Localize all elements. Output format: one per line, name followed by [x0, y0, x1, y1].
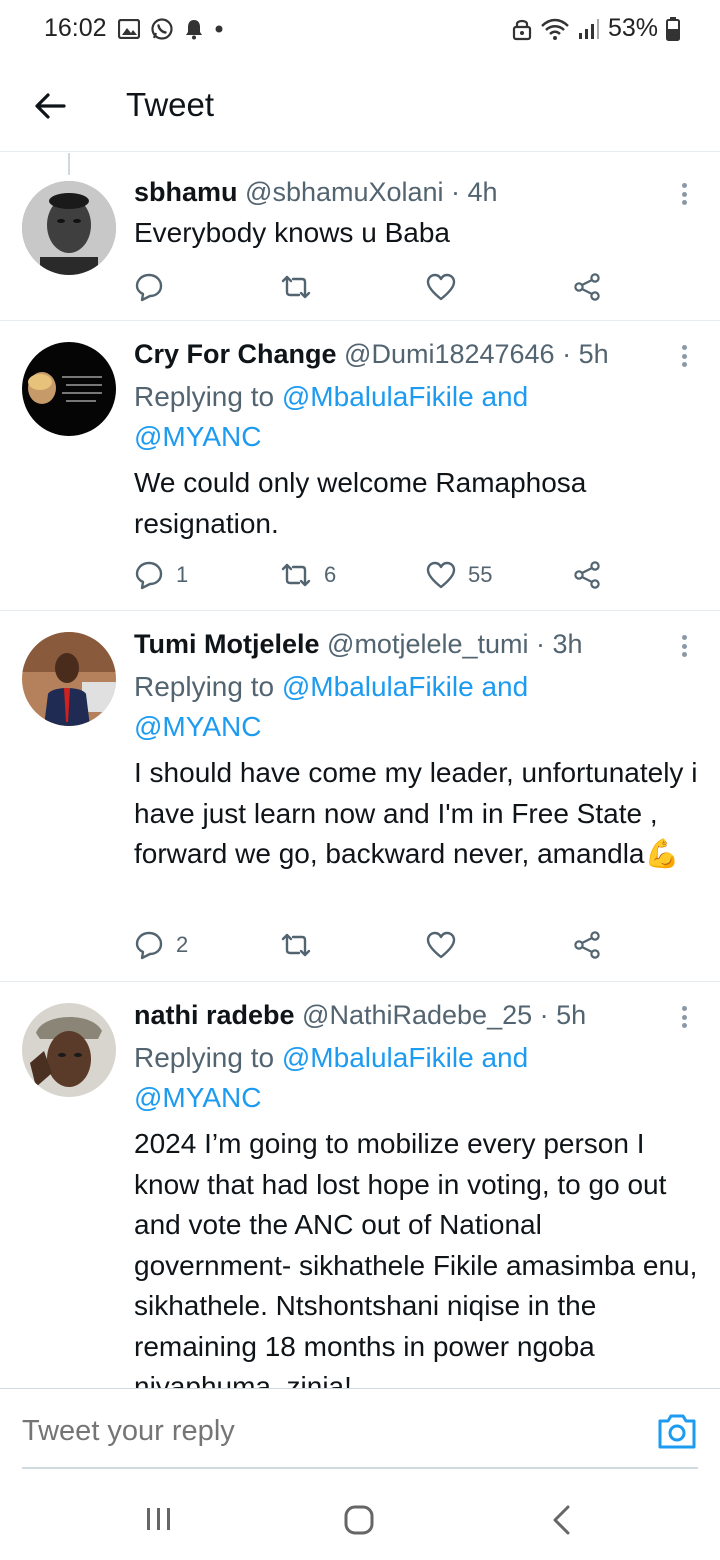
notification-bell-icon [186, 20, 202, 40]
tweet-actions: 1 6 55 [134, 559, 614, 591]
gallery-icon [118, 19, 140, 39]
avatar[interactable] [22, 1003, 116, 1097]
like-button[interactable] [426, 271, 468, 303]
tweet-item[interactable]: sbhamu @sbhamuXolani · 4h Everybody know… [0, 153, 720, 321]
heart-icon [426, 931, 456, 959]
mention-link[interactable]: @MYANC [134, 711, 261, 742]
tweet-item[interactable]: Cry For Change @Dumi18247646 · 5h Replyi… [0, 321, 720, 611]
avatar-photo [22, 1003, 116, 1097]
page-title: Tweet [126, 86, 215, 123]
mention-link[interactable]: @MbalulaFikile and [282, 671, 528, 702]
share-icon [574, 931, 600, 959]
like-count: 55 [468, 562, 493, 587]
reply-input[interactable] [22, 1415, 582, 1448]
avatar-photo [22, 181, 116, 275]
author-handle-time: @NathiRadebe_25 · 5h [294, 1000, 587, 1030]
wifi-icon [541, 18, 569, 40]
tweet-actions [134, 271, 614, 303]
heart-icon [426, 561, 456, 589]
avatar[interactable] [22, 342, 116, 436]
replying-to: Replying to @MbalulaFikile and @MYANC [134, 667, 528, 747]
like-button[interactable] [426, 929, 468, 961]
tweet-actions: 2 [134, 929, 614, 961]
more-options-button[interactable] [672, 631, 696, 661]
replying-to-label: Replying to [134, 1042, 282, 1073]
more-options-button[interactable] [672, 179, 696, 209]
tweet-item[interactable]: Tumi Motjelele @motjelele_tumi · 3h Repl… [0, 611, 720, 982]
battery-icon [666, 16, 680, 41]
back-button[interactable] [30, 86, 70, 126]
whatsapp-icon [151, 18, 173, 40]
share-icon [574, 273, 600, 301]
chevron-left-icon [553, 1505, 570, 1535]
retweet-icon [281, 563, 311, 587]
lock-icon [512, 19, 532, 40]
replying-to: Replying to @MbalulaFikile and @MYANC [134, 1038, 528, 1118]
mention-link[interactable]: @MbalulaFikile and [282, 1042, 528, 1073]
mention-link[interactable]: @MYANC [134, 1082, 261, 1113]
speech-bubble-icon [135, 561, 163, 590]
avatar[interactable] [22, 181, 116, 275]
retweet-count: 6 [324, 562, 337, 587]
tweet-text: 2024 I’m going to mobilize every person … [134, 1128, 698, 1388]
retweet-button[interactable]: 6 [280, 559, 336, 591]
share-button[interactable] [572, 271, 602, 303]
author-name[interactable]: Tumi Motjelele [134, 629, 320, 659]
like-button[interactable]: 55 [426, 559, 492, 591]
reply-count: 2 [176, 932, 189, 957]
reply-composer [0, 1388, 720, 1476]
system-navigation-bar [0, 1476, 720, 1560]
retweet-icon [281, 275, 311, 299]
tweet-item[interactable]: nathi radebe @NathiRadebe_25 · 5h Replyi… [0, 982, 720, 1388]
share-button[interactable] [572, 929, 602, 961]
input-underline [22, 1467, 698, 1469]
battery-level: 53% [607, 14, 658, 42]
reply-button[interactable] [134, 271, 176, 303]
avatar-photo [22, 342, 116, 436]
arrow-left-icon [35, 93, 66, 119]
recent-apps-icon [147, 1508, 170, 1530]
retweet-icon [281, 933, 311, 957]
tweet-text: We could only welcome Ramaphosa resignat… [134, 467, 587, 539]
speech-bubble-icon [135, 273, 163, 302]
dot-icon [215, 25, 223, 33]
camera-icon [658, 1414, 696, 1449]
home-icon [344, 1505, 374, 1535]
reply-count: 1 [176, 562, 189, 587]
status-time: 16:02 [44, 14, 107, 42]
top-app-bar: Tweet [0, 60, 720, 152]
author-handle-time: @Dumi18247646 · 5h [336, 339, 609, 369]
replying-to: Replying to @MbalulaFikile and @MYANC [134, 377, 528, 457]
status-bar: 16:02 53% [0, 0, 720, 60]
retweet-button[interactable] [280, 929, 324, 961]
author-name[interactable]: nathi radebe [134, 1000, 295, 1030]
replying-to-label: Replying to [134, 671, 282, 702]
replying-to-label: Replying to [134, 381, 282, 412]
reply-button[interactable]: 1 [134, 559, 188, 591]
share-icon [574, 561, 600, 589]
heart-icon [426, 273, 456, 301]
reply-button[interactable]: 2 [134, 929, 188, 961]
share-button[interactable] [572, 559, 602, 591]
signal-icon [578, 18, 599, 39]
author-handle-time: @motjelele_tumi · 3h [319, 629, 583, 659]
recent-apps-button[interactable] [145, 1506, 173, 1537]
author-name[interactable]: Cry For Change [134, 339, 337, 369]
author-handle-time: @sbhamuXolani · 4h [237, 177, 498, 207]
author-name[interactable]: sbhamu [134, 177, 238, 207]
home-button[interactable] [343, 1504, 375, 1541]
speech-bubble-icon [135, 931, 163, 960]
avatar[interactable] [22, 632, 116, 726]
mention-link[interactable]: @MYANC [134, 421, 261, 452]
more-options-button[interactable] [672, 341, 696, 371]
avatar-photo [22, 632, 116, 726]
mention-link[interactable]: @MbalulaFikile and [282, 381, 528, 412]
more-options-button[interactable] [672, 1002, 696, 1032]
camera-button[interactable] [656, 1411, 698, 1451]
retweet-button[interactable] [280, 271, 324, 303]
tweet-text: I should have come my leader, unfortunat… [134, 757, 698, 869]
system-back-button[interactable] [550, 1504, 574, 1541]
tweet-text: Everybody knows u Baba [134, 217, 450, 248]
